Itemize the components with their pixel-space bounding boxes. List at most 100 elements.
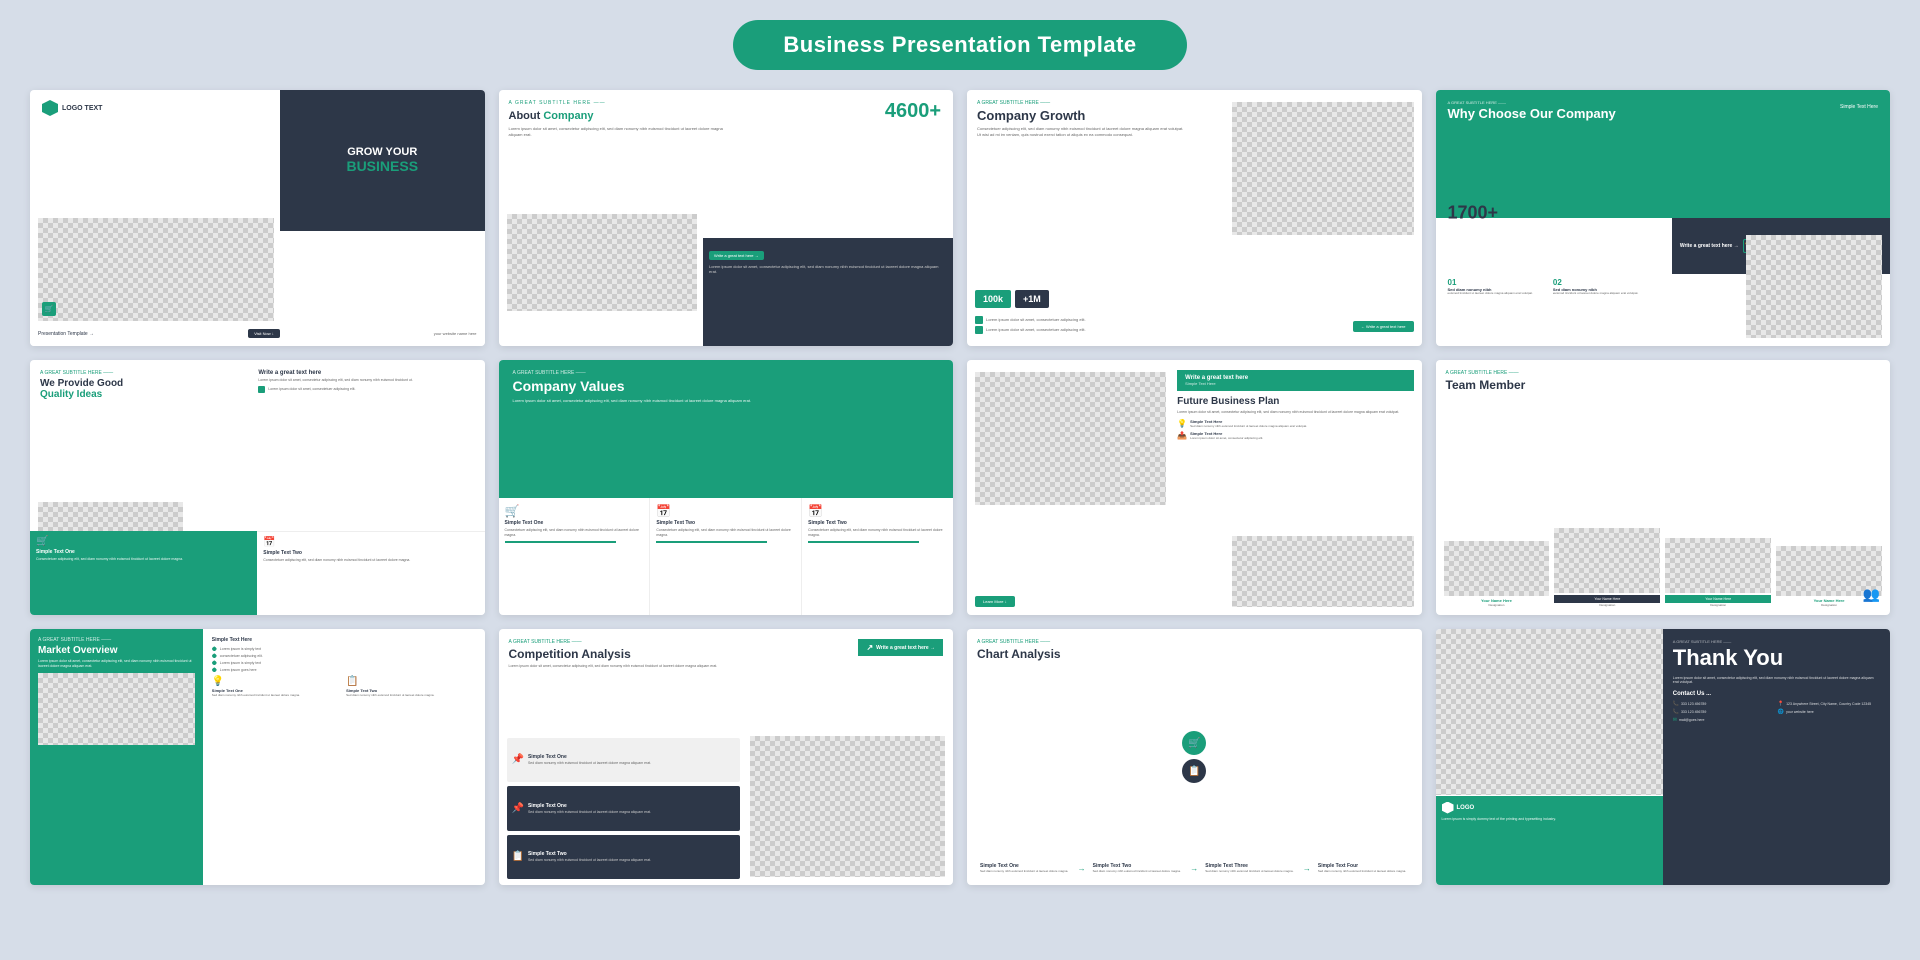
bottom-bar: Presentation Template → Visit Now ↓ your… bbox=[30, 322, 485, 346]
phone-icon2: 📞 bbox=[1673, 709, 1679, 715]
growth-desc: Consectetuer adipiscing elit, sed diam n… bbox=[977, 126, 1186, 137]
slide-chart: A GREAT SUBTITLE HERE —— Chart Analysis … bbox=[967, 629, 1422, 885]
write-button[interactable]: Write a great text here → bbox=[709, 251, 764, 260]
ty-contact-title: Contact Us ... bbox=[1673, 691, 1880, 697]
market-checks: Lorem ipsum is simply text consectetuer … bbox=[212, 646, 477, 672]
about-subtitle: A GREAT SUBTITLE HERE —— bbox=[509, 100, 944, 106]
team-subtitle: A GREAT SUBTITLE HERE —— bbox=[1446, 370, 1881, 376]
visit-button[interactable]: Visit Now ↓ bbox=[248, 329, 280, 338]
feat1-desc: Sed diam nonumy nibh euismod tincidunt u… bbox=[1190, 424, 1307, 428]
logo-icon bbox=[42, 100, 58, 116]
feat2-desc: Lorem ipsum dolor sit amet, consectetur … bbox=[1190, 436, 1263, 440]
plan-desc: Lorem ipsum dolor sit amet, consectetur … bbox=[1177, 410, 1413, 415]
market-item2: 📋 Simple Text Two Sed diam nonumy nibh e… bbox=[346, 676, 476, 698]
ty-dark-right: A GREAT SUBTITLE HERE —— Thank You Lorem… bbox=[1663, 629, 1890, 885]
about-title-accent: Company bbox=[543, 110, 593, 122]
quality-write-desc: Lorem ipsum dolor sit amet, consectetur … bbox=[258, 378, 476, 383]
why-simple-text: Simple Text Here bbox=[1840, 104, 1878, 110]
plan-write-sub: Simple Text Here bbox=[1185, 381, 1405, 386]
team-members: Your Name Here Designation Your Name Her… bbox=[1444, 528, 1883, 607]
info-item4: Simple Text Four Sed diam nonumy nibh eu… bbox=[1315, 860, 1412, 877]
market-desc: Lorem ipsum dolor sit amet, consectetur … bbox=[38, 659, 195, 669]
quality-write-title: Write a great text here bbox=[258, 370, 476, 376]
ty-contact-phones: 📞 333 123 456789 📞 333 123 456789 ✉ mail… bbox=[1673, 701, 1775, 723]
val3-icon: 📅 bbox=[808, 504, 947, 518]
cart-icon: 🛒 bbox=[42, 302, 56, 316]
quality-card1: 🛒 Simple Text One Consectetuer adipiscin… bbox=[30, 531, 257, 615]
website-text: your website name here bbox=[434, 331, 477, 336]
ty-contact-address: 📍 123 Anywhere Street, City Name, Countr… bbox=[1778, 701, 1880, 723]
ty-logo: LOGO bbox=[1442, 802, 1657, 814]
quality-card2: 📅 Simple Text Two Consectetuer adipiscin… bbox=[257, 531, 484, 615]
val-card-1: 🛒 Simple Text One Consectetuer adipiscin… bbox=[499, 498, 651, 616]
comp2-desc: Sed diam nonumy nibh euismod tincidunt u… bbox=[528, 810, 651, 815]
card1-title: Simple Text One bbox=[36, 549, 251, 555]
website-item: 🌐 your website here bbox=[1778, 709, 1880, 715]
slide-business-plan: Write a great text here Simple Text Here… bbox=[967, 360, 1422, 616]
item2-desc: Sed diam nonumy nibh euismod tincidunt u… bbox=[346, 694, 476, 698]
about-image bbox=[507, 214, 698, 311]
chart-center: 🛒 📋 bbox=[1182, 731, 1206, 783]
slide-values: A GREAT SUBTITLE HERE —— Company Values … bbox=[499, 360, 954, 616]
comp2-title: Simple Text One bbox=[528, 803, 651, 809]
info3-desc: Sed diam nonumy nibh euismod tincidunt u… bbox=[1205, 870, 1296, 874]
member3-name-tag: Your Name Here bbox=[1665, 595, 1771, 603]
subtitle-text: Presentation Template → bbox=[38, 331, 94, 337]
values-subtitle: A GREAT SUBTITLE HERE —— bbox=[513, 370, 940, 376]
about-title-plain: About bbox=[509, 110, 541, 122]
chart-title: Chart Analysis bbox=[977, 647, 1412, 661]
about-stat: 4600+ bbox=[885, 100, 941, 123]
val2-title: Simple Text Two bbox=[656, 520, 795, 526]
headline-block: GROW YOUR BUSINESS bbox=[280, 90, 485, 231]
learn-btn[interactable]: Learn More ↓ bbox=[975, 596, 1015, 607]
write-btn-text: Write a great text here → bbox=[714, 253, 759, 258]
num-item-1: 01 Sed diam nonumy nibh euismod tincidun… bbox=[1448, 278, 1533, 296]
logo-text: LOGO TEXT bbox=[62, 105, 102, 112]
about-dark-box: Write a great text here → Lorem ipsum do… bbox=[703, 238, 953, 345]
slide-quality: A GREAT SUBTITLE HERE —— We Provide Good… bbox=[30, 360, 485, 616]
email-item: ✉ mail@goes here bbox=[1673, 717, 1775, 723]
info2-desc: Sed diam nonumy nibh euismod tincidunt u… bbox=[1093, 870, 1184, 874]
val2-desc: Consectetuer adipiscing elit, sed diam n… bbox=[656, 528, 795, 538]
plan-feat1: 💡 Simple Text Here Sed diam nonumy nibh … bbox=[1177, 419, 1413, 428]
slide-cover: LOGO TEXT GROW YOUR BUSINESS Presentatio… bbox=[30, 90, 485, 346]
market-teal-side: A GREAT SUBTITLE HERE —— Market Overview… bbox=[30, 629, 203, 885]
check-item1: Lorem ipsum dolor sit amet, consectetuer… bbox=[975, 316, 1086, 324]
market-subtitle: A GREAT SUBTITLE HERE —— bbox=[38, 637, 195, 643]
comp3-title: Simple Text Two bbox=[528, 851, 651, 857]
phone-icon1: 📞 bbox=[1673, 701, 1679, 707]
comp-desc: Lorem ipsum dolor sit amet, consectetur … bbox=[509, 664, 726, 669]
market-items: 💡 Simple Text One Sed diam nonumy nibh e… bbox=[212, 676, 477, 698]
plan-image1 bbox=[975, 372, 1166, 505]
comp2-icon: 📌 bbox=[512, 803, 524, 814]
why-write-text: Write a great text here → bbox=[1680, 243, 1739, 249]
website-icon: 🌐 bbox=[1778, 709, 1784, 715]
comp3-desc: Sed diam nonumy nibh euismod tincidunt u… bbox=[528, 858, 651, 863]
card1-desc: Consectetuer adipiscing elit, sed diam n… bbox=[36, 557, 251, 562]
quality-right: Write a great text here Lorem ipsum dolo… bbox=[258, 370, 476, 393]
val1-icon: 🛒 bbox=[505, 504, 644, 518]
teal-icon: 🛒 bbox=[42, 302, 56, 316]
chart-subtitle: A GREAT SUBTITLE HERE —— bbox=[977, 639, 1412, 645]
slide-growth: A GREAT SUBTITLE HERE —— Company Growth … bbox=[967, 90, 1422, 346]
check2: consectetuer adipiscing elit. bbox=[212, 653, 477, 658]
write-btn[interactable]: ← Write a great text here bbox=[1353, 321, 1414, 332]
market-title: Market Overview bbox=[38, 645, 195, 656]
logo-area: LOGO TEXT bbox=[42, 100, 102, 116]
feat1-icon: 💡 bbox=[1177, 419, 1187, 428]
stat1: 100k bbox=[975, 290, 1011, 308]
why-image bbox=[1746, 235, 1882, 337]
ty-image bbox=[1436, 629, 1663, 795]
comp1-title: Simple Text One bbox=[528, 754, 651, 760]
why-stat: 1700+ bbox=[1448, 202, 1499, 223]
page-title: Business Presentation Template bbox=[733, 20, 1186, 70]
plan-title: Future Business Plan bbox=[1177, 396, 1413, 407]
market-image bbox=[38, 673, 195, 745]
ty-logo-text: LOGO bbox=[1457, 805, 1475, 811]
info4-desc: Sed diam nonumy nibh euismod tincidunt u… bbox=[1318, 870, 1409, 874]
plan-write-box: Write a great text here Simple Text Here bbox=[1177, 370, 1413, 391]
member2-photo bbox=[1554, 528, 1660, 593]
plan-image2 bbox=[1232, 536, 1414, 608]
email-icon: ✉ bbox=[1673, 717, 1677, 723]
slide-team: A GREAT SUBTITLE HERE —— Team Member You… bbox=[1436, 360, 1891, 616]
